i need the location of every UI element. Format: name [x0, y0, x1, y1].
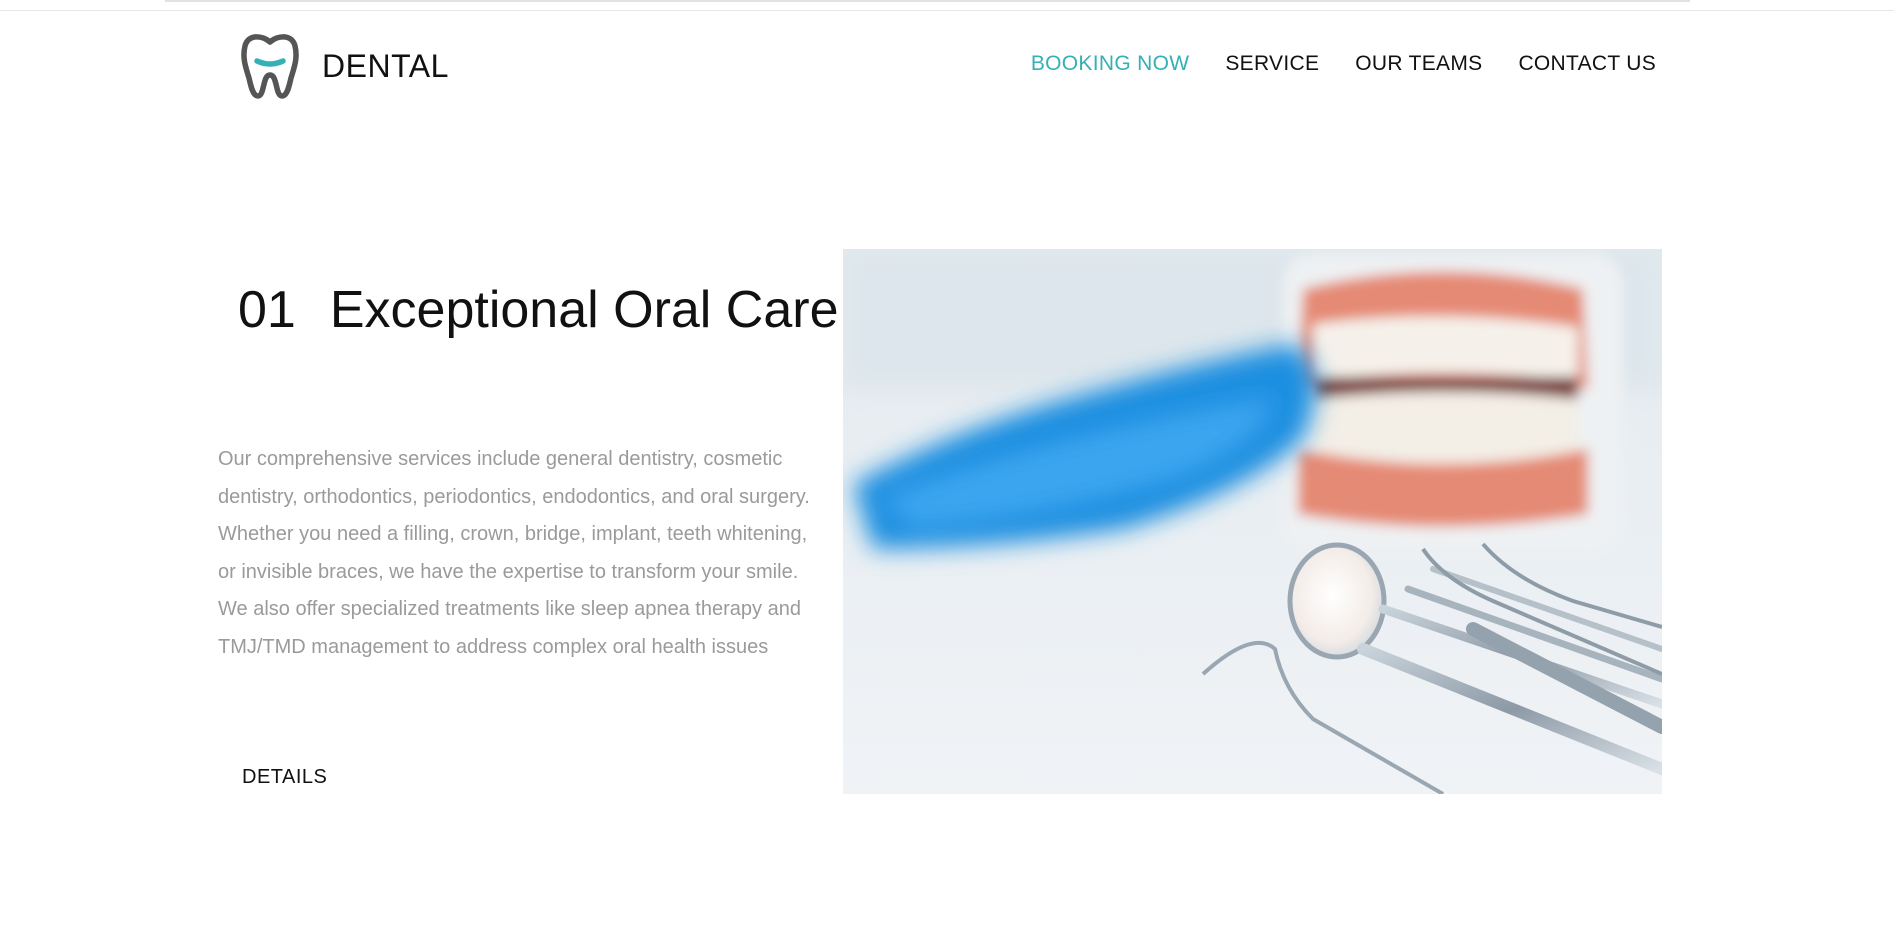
main-nav: BOOKING NOW SERVICE OUR TEAMS CONTACT US	[1031, 52, 1656, 76]
details-button[interactable]: DETAILS	[226, 762, 343, 793]
dental-tools-photo	[843, 249, 1662, 794]
logo[interactable]: DENTAL	[240, 32, 449, 100]
nav-our-teams[interactable]: OUR TEAMS	[1355, 52, 1482, 76]
section-description: Our comprehensive services include gener…	[218, 448, 810, 658]
brand-name: DENTAL	[322, 47, 449, 84]
site-header: DENTAL BOOKING NOW SERVICE OUR TEAMS CON…	[0, 0, 1894, 120]
tooth-icon	[241, 34, 299, 99]
nav-service[interactable]: SERVICE	[1225, 52, 1319, 76]
section-heading: Exceptional Oral Care	[329, 281, 839, 339]
nav-booking-now[interactable]: BOOKING NOW	[1031, 52, 1189, 76]
nav-contact-us[interactable]: CONTACT US	[1518, 52, 1656, 76]
section-title: 01 Exceptional Oral Care	[238, 280, 839, 340]
section-number: 01	[238, 281, 296, 339]
